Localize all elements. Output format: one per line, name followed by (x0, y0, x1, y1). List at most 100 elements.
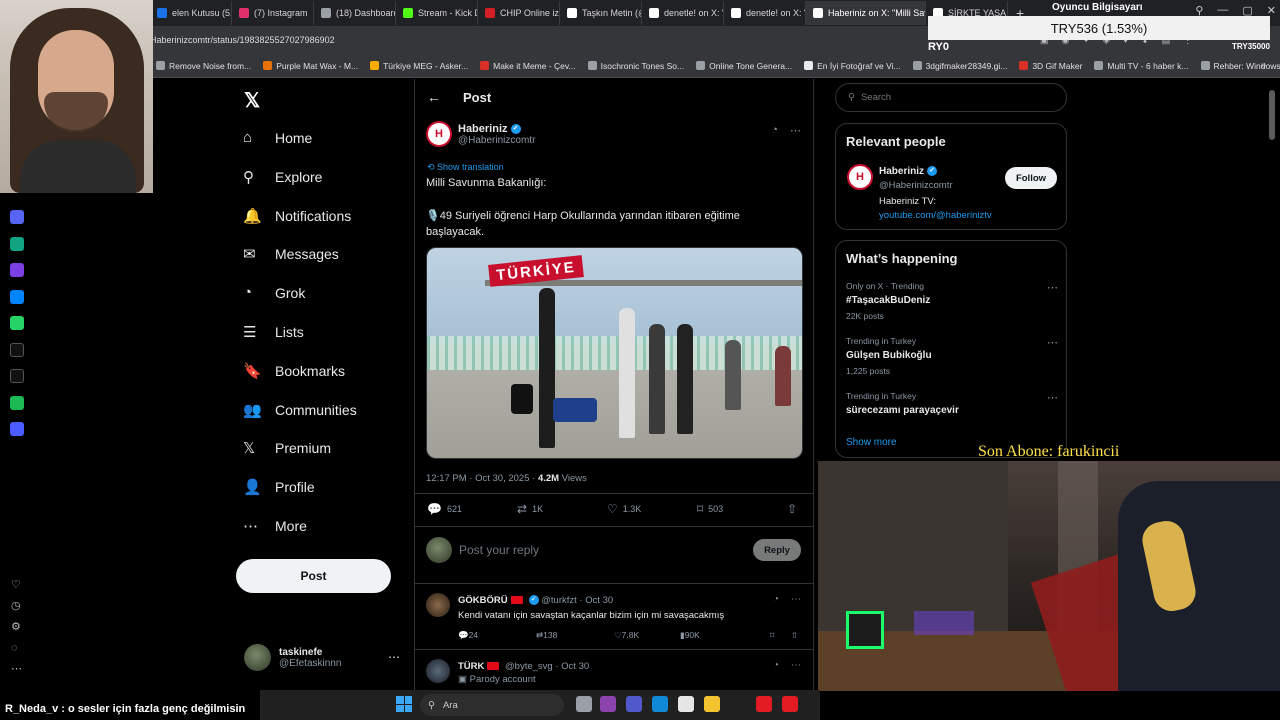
bookmark-item[interactable]: Purple Mat Wax - M... (257, 61, 364, 71)
comment-repost-count[interactable]: ⇄ 138 (536, 630, 557, 641)
browser-tab[interactable]: Haberiniz on X: "Milli Sav× (806, 1, 926, 25)
reply-button[interactable]: Reply (753, 539, 801, 561)
share-icon[interactable]: ⇧ (791, 630, 798, 641)
bookmark-item[interactable]: Rehber: Windows 1... (1195, 61, 1280, 71)
grok-icon[interactable]: ◔ (773, 594, 779, 605)
nav-item-lists[interactable]: ☰ Lists (243, 320, 304, 344)
post-button[interactable]: Post (236, 559, 391, 593)
nav-item-notifications[interactable]: 🔔 Notifications (243, 204, 351, 228)
scrollbar-thumb[interactable] (1269, 90, 1275, 140)
app-icon[interactable] (10, 263, 24, 277)
bookmark-item[interactable]: Türkiye MEG - Asker... (364, 61, 474, 71)
bookmark-item[interactable]: Online Tone Genera... (690, 61, 798, 71)
app-icon[interactable] (782, 696, 798, 712)
x-app-icon[interactable] (10, 369, 24, 383)
browser-tab[interactable]: (18) Dashboard / S (314, 1, 396, 25)
bookmark-item[interactable]: Isochronic Tones So... (582, 61, 690, 71)
nav-item-messages[interactable]: ✉ Messages (243, 242, 339, 266)
browser-tab[interactable]: elen Kutusu (516) (150, 1, 232, 25)
trend-item[interactable]: Trending in Turkey Gülşen Bubikoğlu 1,22… (846, 336, 1058, 384)
nav-item-bookmarks[interactable]: 🔖 Bookmarks (243, 359, 345, 383)
account-more-icon[interactable]: ⋯ (388, 650, 400, 664)
post-image[interactable]: TÜRKİYE (426, 247, 803, 459)
search-input[interactable]: ⚲ Search (835, 83, 1067, 112)
messenger-icon[interactable] (10, 289, 24, 304)
bookmark-item[interactable]: En İyi Fotoğraf ve Vi... (798, 61, 906, 71)
share-icon[interactable]: ⇧ (787, 502, 797, 516)
settings-icon[interactable]: ⚙ (11, 620, 32, 634)
nav-item-label: Premium (275, 440, 332, 457)
app-icon[interactable] (10, 422, 24, 436)
post-more-icon[interactable]: ⋯ (790, 124, 801, 137)
url-field[interactable]: Haberinizcomtr/status/198382552702798690… (150, 32, 920, 48)
comment-item[interactable]: GÖKBÖRÜ ✓ @turkfzt · Oct 30 ◔ ⋯ Kendi vat… (415, 583, 813, 649)
teams-icon[interactable] (626, 696, 642, 712)
back-arrow-icon[interactable]: ← (427, 89, 441, 105)
trend-more-icon[interactable]: ⋯ (1047, 336, 1058, 349)
bookmark-item[interactable]: Make it Meme - Çev... (474, 61, 582, 71)
comment-more-icon[interactable]: ⋯ (791, 594, 801, 605)
browser-tab[interactable]: Stream - Kick Dash (396, 1, 478, 25)
browser-tab[interactable]: denetle! on X: "Ev c (642, 1, 724, 25)
spotify-icon[interactable] (10, 395, 24, 410)
comment-like-count[interactable]: ♡ 7.8K (614, 630, 639, 641)
copilot-icon[interactable] (600, 696, 616, 712)
taskbar-search[interactable]: ⚲ Ara (420, 694, 564, 716)
show-more-link[interactable]: Show more (846, 437, 897, 448)
browser-tab[interactable]: Taşkın Metin (@ta (560, 1, 642, 25)
account-switcher[interactable]: taskinefe @Efetaskinnn (244, 644, 341, 671)
trend-item[interactable]: Only on X · Trending #TaşacakBuDeniz 22K… (846, 281, 1058, 329)
nav-item-premium[interactable]: 𝕏 Premium (243, 436, 331, 460)
task-view-icon[interactable] (576, 696, 592, 712)
heart-icon[interactable]: ♡ (11, 578, 32, 592)
app-icon[interactable] (10, 210, 24, 224)
relevant-person-name[interactable]: Haberiniz ✓ (879, 166, 938, 177)
grok-icon[interactable]: ◔ (773, 660, 779, 671)
bookmark-item[interactable]: Remove Noise from... (150, 61, 257, 71)
bookmarks-overflow-icon[interactable]: » (1260, 60, 1266, 71)
browser-tab[interactable]: CHIP Online izlene (478, 1, 560, 25)
opera-icon[interactable] (756, 696, 772, 712)
trend-more-icon[interactable]: ⋯ (1047, 391, 1058, 404)
history-icon[interactable]: ◷ (11, 599, 32, 613)
post-author[interactable]: H Haberiniz ✓ @Haberinizcomtr (426, 121, 535, 147)
trend-more-icon[interactable]: ⋯ (1047, 281, 1058, 294)
bookmark-item[interactable]: 3dgifmaker28349.gi... (907, 61, 1014, 71)
windows-start-icon[interactable] (396, 696, 412, 712)
haberiniz-logo-icon[interactable]: H (847, 164, 873, 190)
more-icon[interactable]: ⋯ (11, 662, 32, 676)
nav-item-profile[interactable]: 👤 Profile (243, 475, 315, 499)
nav-item-grok[interactable]: ◔ Grok (243, 281, 305, 305)
repost-count[interactable]: ⇄ 1K (517, 502, 543, 516)
reply-input[interactable]: Post your reply (459, 543, 539, 557)
comment-more-icon[interactable]: ⋯ (791, 660, 801, 671)
grok-icon[interactable]: ◔ (771, 124, 778, 137)
bookmark-item[interactable]: 3D Gif Maker (1013, 61, 1088, 71)
whatsapp-icon[interactable] (10, 316, 24, 330)
trend-item[interactable]: Trending in Turkey sürecezamı parayaçevi… (846, 391, 1058, 439)
comment-view-count[interactable]: ▮ 90K (680, 630, 700, 641)
idea-icon[interactable]: ◌ (11, 641, 32, 655)
edge-icon[interactable] (652, 696, 668, 712)
nav-item-home[interactable]: ⌂ Home (243, 126, 312, 150)
x-logo-icon[interactable]: 𝕏 (244, 88, 260, 113)
file-explorer-icon[interactable] (704, 696, 720, 712)
bookmark-item[interactable]: Multi TV - 6 haber k... (1088, 61, 1194, 71)
store-icon[interactable] (678, 696, 694, 712)
nav-item-more[interactable]: ⋯ More (243, 514, 307, 538)
browser-tab[interactable]: denetle! on X: "Vod (724, 1, 806, 25)
like-count[interactable]: ♡ 1.3K (607, 502, 641, 516)
reply-count[interactable]: 💬 621 (427, 502, 462, 516)
chatgpt-icon[interactable] (10, 236, 24, 251)
tiktok-icon[interactable] (10, 342, 24, 357)
follow-button[interactable]: Follow (1005, 167, 1057, 189)
show-translation-link[interactable]: ⟲ Show translation (427, 162, 504, 173)
bookmark-count[interactable]: ⌑ 503 (697, 502, 723, 516)
relevant-person-link[interactable]: youtube.com/@haberiniztv (879, 210, 992, 221)
nav-item-communities[interactable]: 👥 Communities (243, 398, 357, 422)
browser-tab[interactable]: (7) Instagram (232, 1, 314, 25)
bookmark-icon[interactable]: ⌑ (770, 630, 774, 641)
comment-reply-count[interactable]: 💬 24 (458, 630, 478, 641)
streamer-webcam (0, 0, 153, 193)
nav-item-explore[interactable]: ⚲ Explore (243, 165, 322, 189)
